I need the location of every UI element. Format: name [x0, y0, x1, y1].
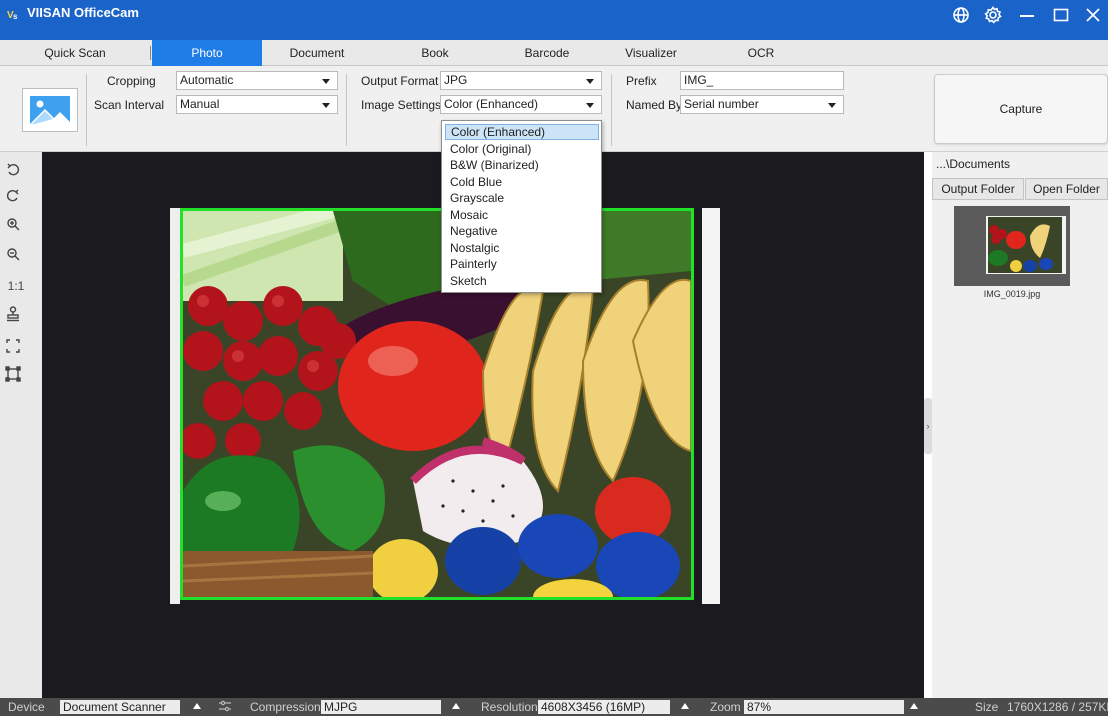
minimize-icon[interactable] [1012, 2, 1042, 28]
cropping-select[interactable]: Automatic [176, 71, 338, 90]
paper-edge-right [702, 208, 720, 604]
maximize-icon[interactable] [1046, 2, 1076, 28]
scan-interval-label: Scan Interval [94, 98, 165, 112]
paper-edge-left [170, 208, 180, 604]
chevron-down-icon [586, 103, 594, 108]
output-folder-button[interactable]: Output Folder [932, 178, 1024, 200]
rotate-left-icon[interactable] [4, 160, 22, 180]
prefix-input[interactable]: IMG_ [680, 71, 844, 90]
image-settings-label: Image Settings [361, 98, 442, 112]
dropdown-option-sketch[interactable]: Sketch [445, 273, 599, 289]
size-value: 1760X1286 / 257KB [1007, 700, 1108, 714]
capture-label: Capture [999, 102, 1043, 116]
photo-mode-icon [22, 88, 78, 132]
tab-ocr[interactable]: OCR [706, 40, 816, 66]
cropping-value: Automatic [180, 73, 234, 87]
open-folder-button[interactable]: Open Folder [1025, 178, 1108, 200]
dropdown-option-mosaic[interactable]: Mosaic [445, 207, 599, 223]
chevron-up-icon[interactable] [193, 703, 201, 709]
image-settings-value: Color (Enhanced) [444, 97, 539, 111]
output-panel: ...\Documents Output Folder Open Folder … [932, 152, 1108, 698]
tab-divider [150, 46, 151, 60]
zoom-in-icon[interactable] [4, 214, 22, 234]
rotate-right-icon[interactable] [4, 186, 22, 206]
prefix-value: IMG_ [684, 73, 714, 87]
chevron-up-icon[interactable] [452, 703, 460, 709]
captured-photo [180, 208, 694, 600]
compression-label: Compression [250, 700, 321, 714]
dropdown-option-grayscale[interactable]: Grayscale [445, 190, 599, 206]
status-bar: Device Document Scanner Compression MJPG… [0, 698, 1108, 716]
capture-button[interactable]: Capture [934, 74, 1108, 144]
left-toolbar: 1:1 [0, 152, 42, 698]
dropdown-option-negative[interactable]: Negative [445, 223, 599, 239]
dropdown-option-nostalgic[interactable]: Nostalgic [445, 240, 599, 256]
cropping-label: Cropping [107, 74, 156, 88]
dropdown-option-color-original[interactable]: Color (Original) [445, 141, 599, 157]
crop-frame-icon[interactable] [4, 364, 22, 384]
device-label: Device [8, 700, 45, 714]
output-format-label: Output Format [361, 74, 439, 88]
tab-visualizer[interactable]: Visualizer [596, 40, 706, 66]
camera-settings-icon[interactable] [218, 700, 232, 714]
device-select[interactable]: Document Scanner [60, 700, 180, 714]
chevron-down-icon [828, 103, 836, 108]
named-by-select[interactable]: Serial number [680, 95, 844, 114]
output-folder-label: Output Folder [941, 182, 1015, 196]
compression-select[interactable]: MJPG [321, 700, 441, 714]
stamp-icon[interactable] [4, 304, 22, 324]
dropdown-option-painterly[interactable]: Painterly [445, 256, 599, 272]
dropdown-option-color-enhanced[interactable]: Color (Enhanced) [445, 124, 599, 140]
dropdown-option-bw-binarized[interactable]: B&W (Binarized) [445, 157, 599, 173]
image-settings-dropdown: Color (Enhanced) Color (Original) B&W (B… [441, 120, 602, 293]
zoom-label: Zoom [710, 700, 741, 714]
image-settings-select[interactable]: Color (Enhanced) [440, 95, 602, 114]
actual-size-icon[interactable]: 1:1 [4, 276, 28, 296]
tab-barcode[interactable]: Barcode [492, 40, 602, 66]
output-format-select[interactable]: JPG [440, 71, 602, 90]
zoom-select[interactable]: 87% [744, 700, 904, 714]
chevron-down-icon [322, 79, 330, 84]
app-title: VIISAN OfficeCam [27, 5, 139, 20]
chevron-up-icon[interactable] [910, 703, 918, 709]
named-by-label: Named By [626, 98, 683, 112]
tab-photo[interactable]: Photo [152, 40, 262, 66]
named-by-value: Serial number [684, 97, 759, 111]
thumbnail-filename: IMG_0019.jpg [983, 289, 1041, 299]
fit-screen-icon[interactable] [4, 336, 22, 356]
scan-interval-select[interactable]: Manual [176, 95, 338, 114]
tab-book[interactable]: Book [380, 40, 490, 66]
chevron-up-icon[interactable] [681, 703, 689, 709]
resolution-select[interactable]: 4608X3456 (16MP) [538, 700, 670, 714]
toolbar-divider [611, 74, 612, 146]
chevron-down-icon [586, 79, 594, 84]
toolbar-divider [346, 74, 347, 146]
capture-thumbnail[interactable] [954, 206, 1070, 286]
chevron-down-icon [322, 103, 330, 108]
app-logo: Vs [6, 6, 22, 22]
resolution-label: Resolution [481, 700, 538, 714]
output-format-value: JPG [444, 73, 468, 87]
globe-icon[interactable] [946, 2, 976, 28]
tab-quick-scan[interactable]: Quick Scan [20, 40, 130, 66]
open-folder-label: Open Folder [1033, 182, 1100, 196]
panel-collapse-handle[interactable]: › [924, 398, 932, 454]
output-path: ...\Documents [936, 157, 1011, 171]
size-label: Size [975, 700, 999, 714]
dropdown-option-cold-blue[interactable]: Cold Blue [445, 174, 599, 190]
gear-icon[interactable] [978, 2, 1008, 28]
mode-tabs: Quick Scan Photo Document Book Barcode V… [0, 40, 1108, 66]
zoom-out-icon[interactable] [4, 244, 22, 264]
prefix-label: Prefix [626, 74, 657, 88]
tab-document[interactable]: Document [262, 40, 372, 66]
svg-text:s: s [13, 12, 18, 21]
title-bar: Vs VIISAN OfficeCam [0, 0, 1108, 40]
scan-interval-value: Manual [180, 97, 220, 111]
close-icon[interactable] [1078, 2, 1108, 28]
toolbar-divider [86, 74, 87, 146]
